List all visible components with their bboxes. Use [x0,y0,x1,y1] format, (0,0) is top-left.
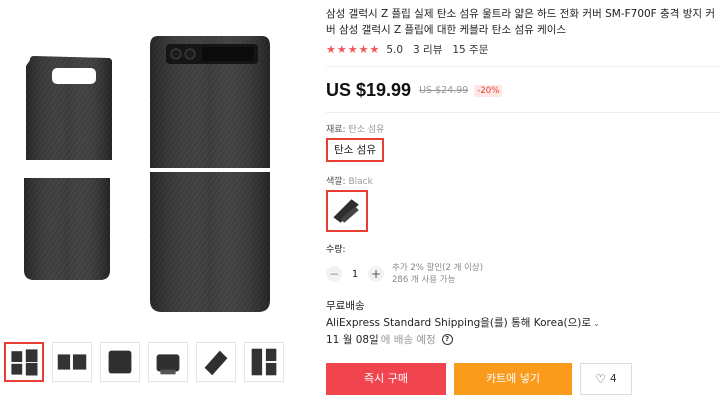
stock-note: 286 개 사용 가능 [392,275,456,285]
help-icon[interactable]: ? [441,334,453,345]
quantity-minus-button[interactable]: − [326,266,342,282]
quantity-label: 수량: [326,245,346,255]
reviews-link[interactable]: 3 리뷰 [413,42,442,57]
product-gallery [0,0,300,408]
wishlist-button[interactable]: ♡ 4 [580,363,632,395]
thumbnail-6[interactable] [244,342,284,382]
thumbnail-5[interactable] [196,342,236,382]
material-option-carbon[interactable]: 탄소 섬유 [326,138,384,162]
thumbnail-2[interactable] [52,342,92,382]
color-label: 색깔: [326,177,346,187]
product-title: 삼성 갤럭시 Z 플립 실제 탄소 섬유 울트라 얇은 하드 전화 커버 SM-… [326,8,716,36]
shipping-method-selector[interactable]: AliExpress Standard Shipping을(를) 통해 Kore… [326,315,600,330]
thumbnail-3[interactable] [100,342,140,382]
material-value: 탄소 섬유 [348,125,385,135]
color-label-row: 색깔: Black [326,174,373,187]
delivery-estimate-text: 에 배송 예정 [380,334,436,346]
thumbnail-1[interactable] [4,342,44,382]
quantity-value[interactable]: 1 [342,269,368,280]
thumbnail-strip [4,342,284,382]
price-row: US $19.99 US $24.99 -20% [326,80,503,101]
orders-count: 15 주문 [452,44,489,56]
divider [326,66,720,67]
chevron-down-icon: ⌄ [593,319,600,328]
quantity-stepper: − 1 + 추가 2% 할인(2 개 이상) 286 개 사용 가능 [326,262,483,286]
rating-row: ★★★★★ 5.0 3 리뷰 15 주문 [326,42,488,57]
delivery-date: 11 월 08일 [326,334,379,346]
quantity-note: 추가 2% 할인(2 개 이상) 286 개 사용 가능 [392,262,483,286]
add-to-cart-button[interactable]: 카트에 넣기 [454,363,572,395]
current-price: US $19.99 [326,80,412,100]
action-buttons: 즉시 구매 카트에 넣기 ♡ 4 [326,363,632,395]
bulk-discount-note: 추가 2% 할인(2 개 이상) [392,263,484,273]
buy-now-button[interactable]: 즉시 구매 [326,363,446,395]
quantity-plus-button[interactable]: + [368,266,384,282]
star-rating-icon: ★★★★★ [326,43,381,56]
thumbnail-4[interactable] [148,342,188,382]
product-main-image[interactable] [0,0,300,330]
divider [326,112,720,113]
wishlist-count: 4 [610,373,617,385]
material-label-row: 재료: 탄소 섬유 [326,122,384,135]
rating-score: 5.0 [386,43,404,56]
original-price: US $24.99 [419,85,469,96]
free-shipping-title: 무료배송 [326,300,365,312]
color-option-black[interactable] [326,190,368,232]
product-info: 삼성 갤럭시 Z 플립 실제 탄소 섬유 울트라 얇은 하드 전화 커버 SM-… [326,0,720,408]
shipping-method: AliExpress Standard Shipping을(를) 통해 Kore… [326,317,592,329]
heart-icon: ♡ [595,372,607,386]
material-label: 재료: [326,125,346,135]
delivery-estimate: 11 월 08일 에 배송 예정 ? [326,332,453,347]
color-value: Black [348,177,373,187]
discount-badge: -20% [474,84,503,97]
